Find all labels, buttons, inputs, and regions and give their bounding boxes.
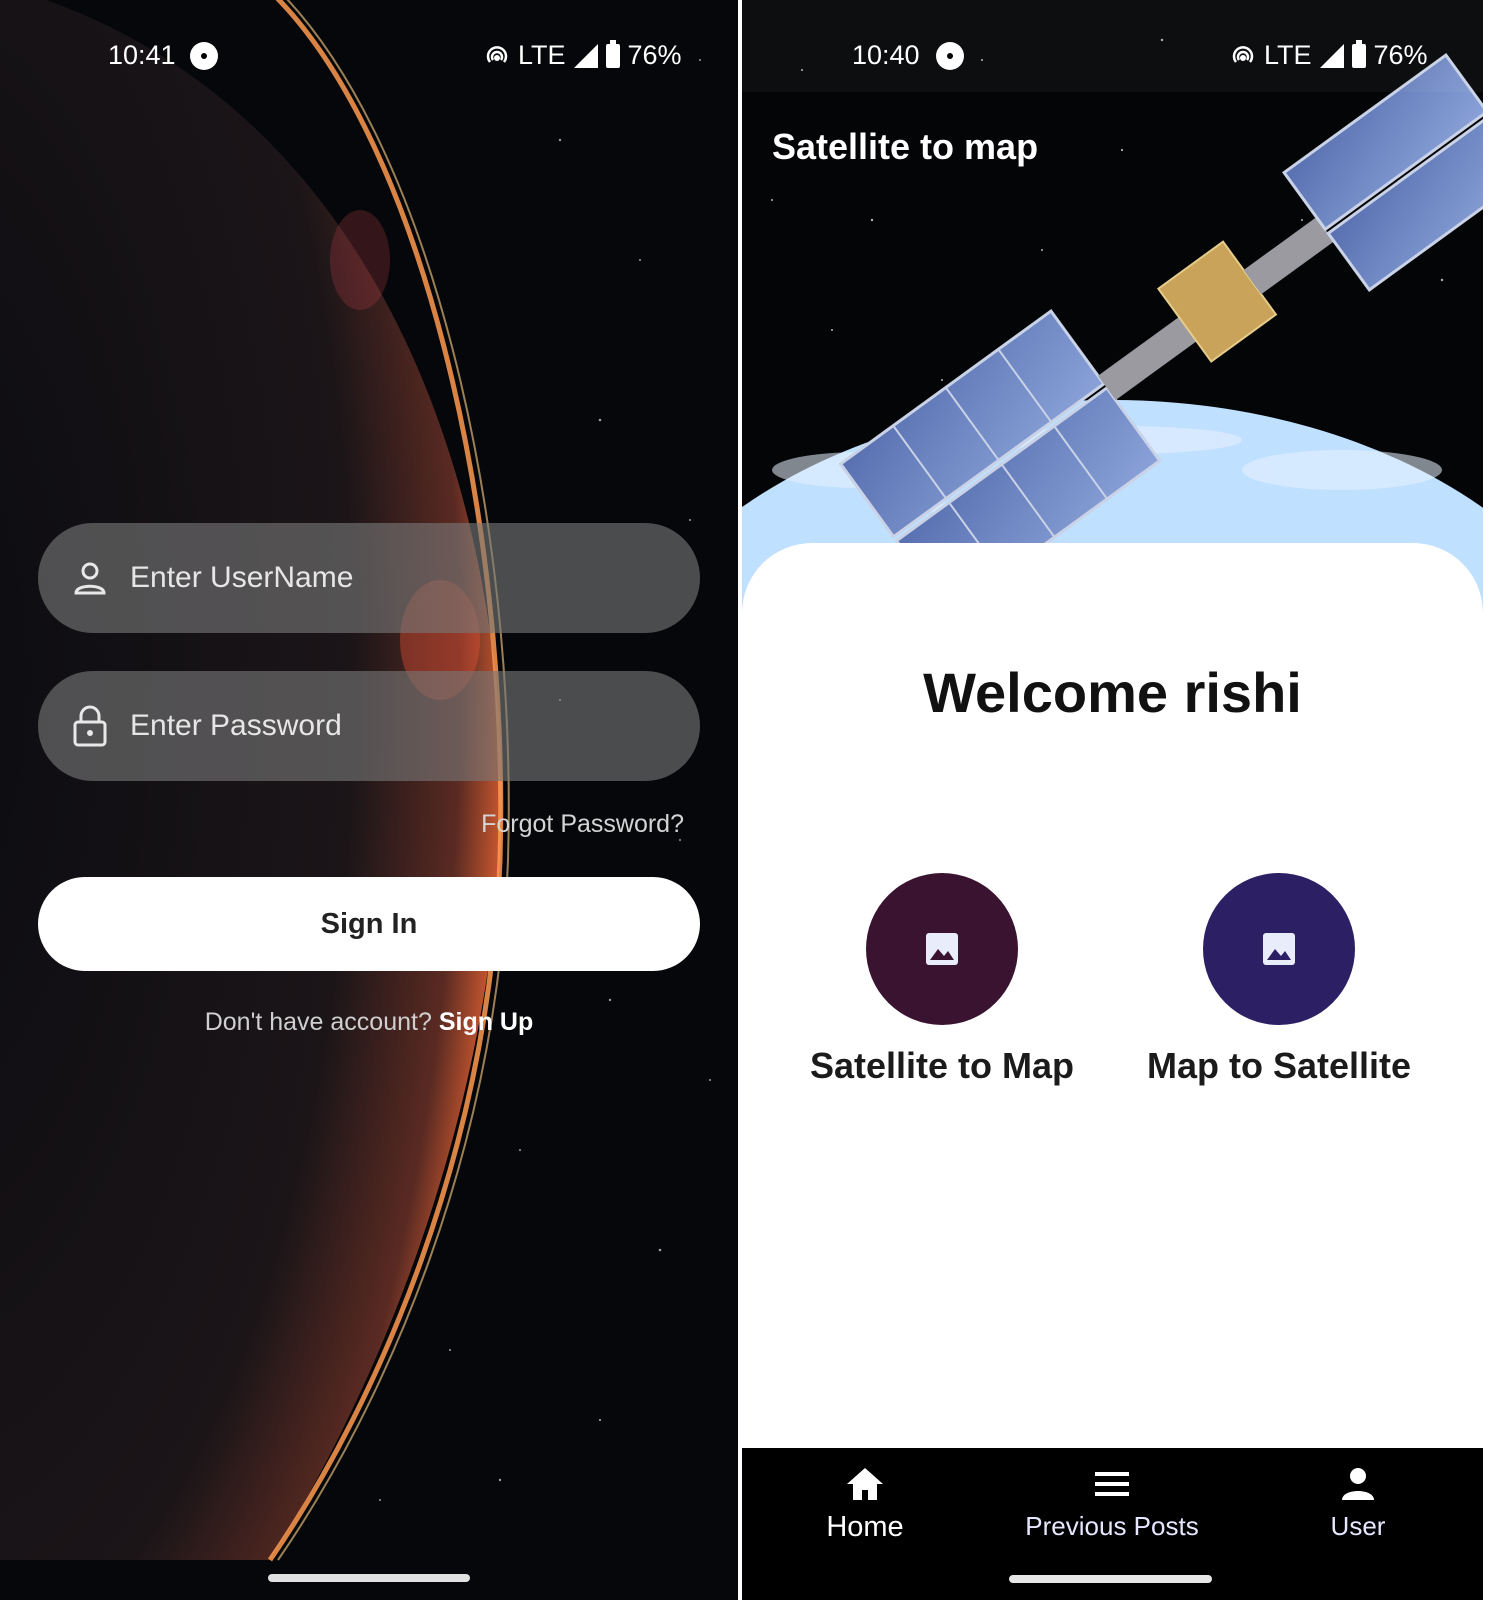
home-icon [847, 1468, 883, 1500]
map-to-satellite-button[interactable]: Map to Satellite [1129, 873, 1429, 1087]
username-input[interactable] [128, 560, 652, 596]
battery-icon [605, 39, 620, 68]
hotspot-icon [486, 45, 508, 63]
gesture-bar[interactable] [268, 1574, 470, 1582]
status-time: 10:40 [852, 40, 920, 70]
menu-icon [1095, 1472, 1129, 1496]
login-screen: 10:41 LTE 76% Enter UserName Forgot Pass… [0, 0, 738, 1600]
satellite-to-map-circle[interactable] [866, 873, 1018, 1025]
nav-user[interactable]: User [1258, 1466, 1458, 1542]
battery-icon [1351, 39, 1366, 68]
forgot-password-link[interactable]: Forgot Password? [481, 810, 684, 839]
planet-background [0, 0, 738, 1600]
lock-icon [60, 696, 120, 756]
map-to-satellite-label: Map to Satellite [1146, 1045, 1412, 1086]
app-title: Satellite to map [772, 126, 1039, 167]
notification-dot-icon [936, 42, 964, 70]
nav-home-label: Home [826, 1511, 904, 1543]
nav-previous-posts[interactable]: Previous Posts [1012, 1466, 1212, 1542]
image-icon [1263, 933, 1295, 965]
image-icon [926, 933, 958, 965]
person-icon [1342, 1468, 1374, 1500]
status-bar: 10:40 LTE 76% [742, 0, 1483, 92]
password-field[interactable] [38, 671, 700, 781]
nav-home[interactable]: Home [765, 1466, 965, 1544]
signal-icon [573, 43, 598, 68]
gesture-bar[interactable] [1009, 1575, 1212, 1583]
person-outline-icon [60, 548, 120, 608]
password-input[interactable] [128, 708, 652, 744]
signal-icon [1319, 43, 1344, 68]
signup-row: Don't have account? Sign Up [0, 1008, 738, 1037]
satellite-to-map-button[interactable]: Satellite to Map [792, 873, 1092, 1087]
network-label: LTE [518, 40, 566, 70]
sign-up-link[interactable]: Sign Up [439, 1008, 533, 1036]
signup-prompt: Don't have account? [204, 1008, 432, 1036]
home-screen: 10:40 LTE 76% Satellite to map Welcome r… [742, 0, 1483, 1600]
map-to-satellite-circle[interactable] [1203, 873, 1355, 1025]
notification-dot-icon [190, 42, 218, 70]
battery-level: 76% [627, 40, 682, 70]
satellite-to-map-label: Satellite to Map [809, 1045, 1075, 1086]
hotspot-icon [1232, 45, 1254, 63]
bottom-navigation: Home Previous Posts User [742, 1448, 1483, 1600]
username-field[interactable] [38, 523, 700, 633]
status-bar: 10:41 LTE 76% [0, 0, 738, 92]
sign-in-button[interactable]: Sign In [38, 877, 700, 971]
status-time: 10:41 [108, 40, 176, 70]
welcome-heading: Welcome rishi [923, 661, 1302, 724]
network-label: LTE [1264, 40, 1312, 70]
battery-level: 76% [1373, 40, 1428, 70]
nav-previous-posts-label: Previous Posts [1025, 1511, 1199, 1541]
nav-user-label: User [1330, 1511, 1386, 1541]
